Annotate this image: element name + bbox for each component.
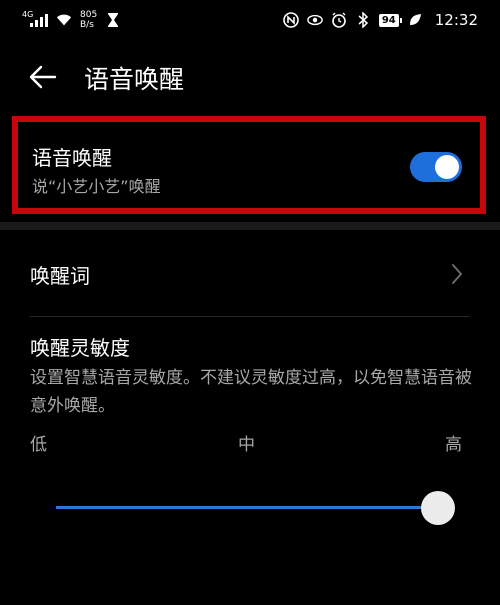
page-title: 语音唤醒 [84,65,185,94]
status-bar: 4G 805 B/s 94 12:32 [0,0,500,40]
leaf-icon [407,12,423,28]
header: 语音唤醒 [0,48,500,104]
network-type-label: 4G [22,10,34,19]
status-left: 4G 805 B/s [22,10,121,30]
status-right: 94 12:32 [283,11,478,29]
back-button[interactable] [26,62,60,92]
nfc-icon [283,12,299,28]
section-divider [0,222,500,230]
sensitivity-low-label: 低 [30,435,47,455]
voice-wake-row[interactable]: 语音唤醒 说“小艺小艺”唤醒 [12,116,486,214]
net-speed-unit: B/s [80,20,94,30]
wake-word-row[interactable]: 唤醒词 [0,232,500,316]
clock: 12:32 [434,11,478,29]
net-speed-value: 805 [80,10,98,20]
voice-wake-title: 语音唤醒 [32,146,112,170]
sensitivity-title: 唤醒灵敏度 [30,336,130,360]
net-speed: 805 B/s [80,10,97,30]
sensitivity-mid-label: 中 [238,435,255,455]
sensitivity-description: 设置智慧语音灵敏度。不建议灵敏度过高，以免智慧语音被意外唤醒。 [30,368,472,416]
slider-fill [56,506,438,509]
slider-thumb[interactable] [421,491,455,525]
cellular-signal-icon: 4G [22,10,48,27]
row-divider [30,316,470,317]
eye-comfort-icon [307,12,323,28]
sensitivity-slider[interactable] [56,490,455,526]
arrow-left-icon [29,65,57,89]
hourglass-icon [105,12,121,28]
voice-wake-subtitle: 说“小艺小艺”唤醒 [32,177,161,196]
voice-wake-toggle[interactable] [410,152,462,182]
wake-word-label: 唤醒词 [30,264,90,288]
toggle-knob [435,155,459,179]
chevron-right-icon [452,264,462,284]
alarm-icon [331,12,347,28]
battery-icon: 94 [378,13,402,27]
wifi-icon [56,12,72,28]
bluetooth-icon [355,12,371,28]
sensitivity-high-label: 高 [445,435,462,455]
